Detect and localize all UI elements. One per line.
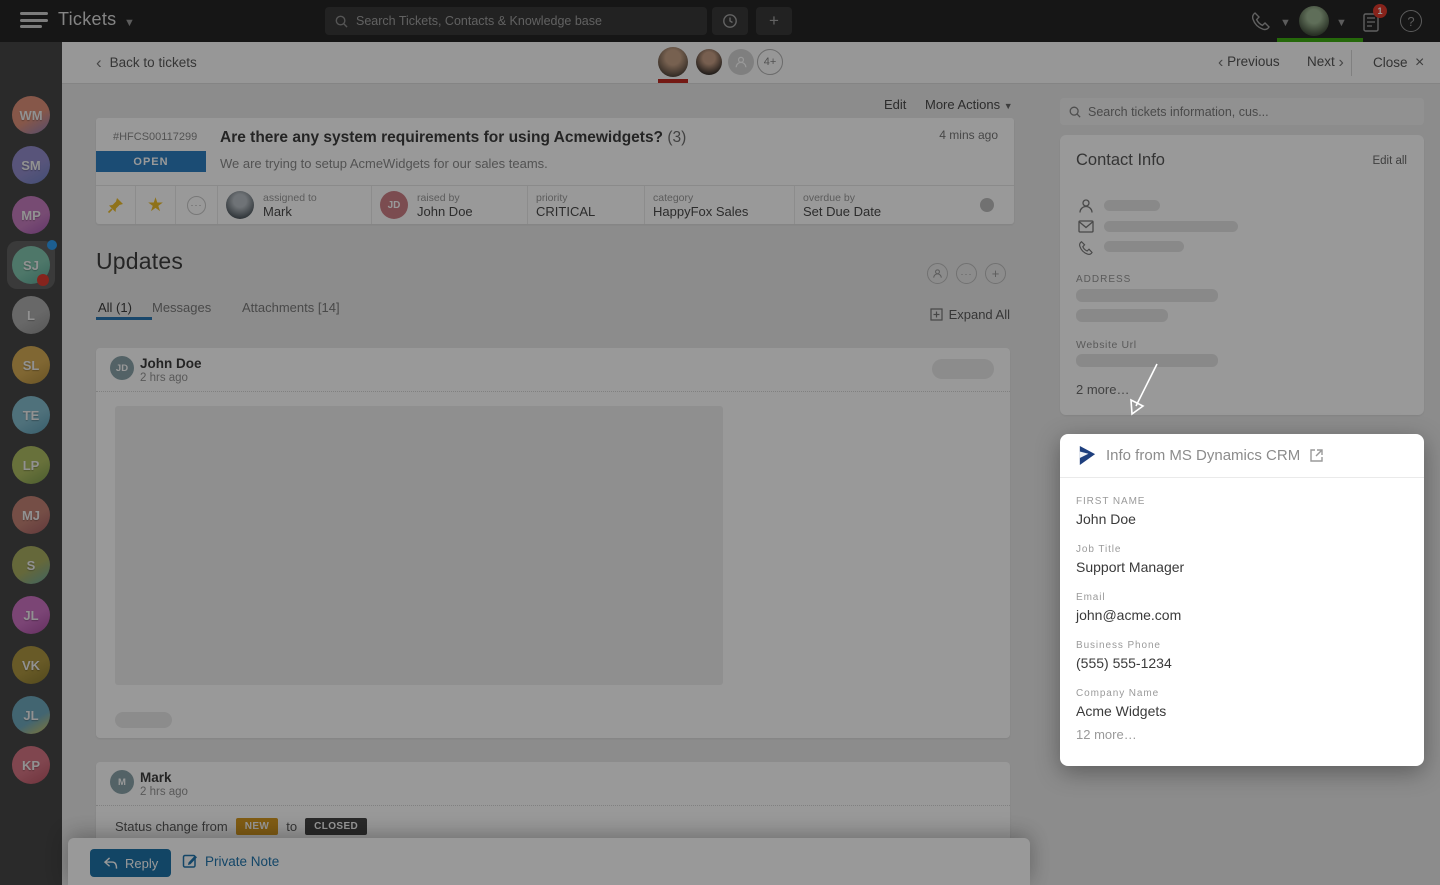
crm-field-label: Business Phone bbox=[1076, 640, 1408, 651]
crm-field-value: (555) 555-1234 bbox=[1076, 655, 1408, 671]
crm-card-body: FIRST NAME John Doe Job Title Support Mana… bbox=[1060, 478, 1424, 742]
crm-field-value: john@acme.com bbox=[1076, 607, 1408, 623]
crm-field-label: Job Title bbox=[1076, 544, 1408, 555]
crm-card-header: Info from MS Dynamics CRM bbox=[1060, 434, 1424, 478]
annotation-arrow bbox=[1108, 356, 1172, 422]
crm-info-card: Info from MS Dynamics CRM FIRST NAME John… bbox=[1060, 434, 1424, 766]
crm-field-label: FIRST NAME bbox=[1076, 496, 1408, 507]
ms-dynamics-logo-icon bbox=[1076, 445, 1097, 466]
crm-more-link[interactable]: 12 more… bbox=[1076, 727, 1408, 742]
crm-field-label: Company Name bbox=[1076, 688, 1408, 699]
crm-field-value: John Doe bbox=[1076, 511, 1408, 527]
crm-field-value: Support Manager bbox=[1076, 559, 1408, 575]
crm-field-value: Acme Widgets bbox=[1076, 703, 1408, 719]
crm-field-label: Email bbox=[1076, 592, 1408, 603]
external-link-icon[interactable] bbox=[1309, 448, 1324, 463]
crm-card-title: Info from MS Dynamics CRM bbox=[1106, 447, 1300, 464]
